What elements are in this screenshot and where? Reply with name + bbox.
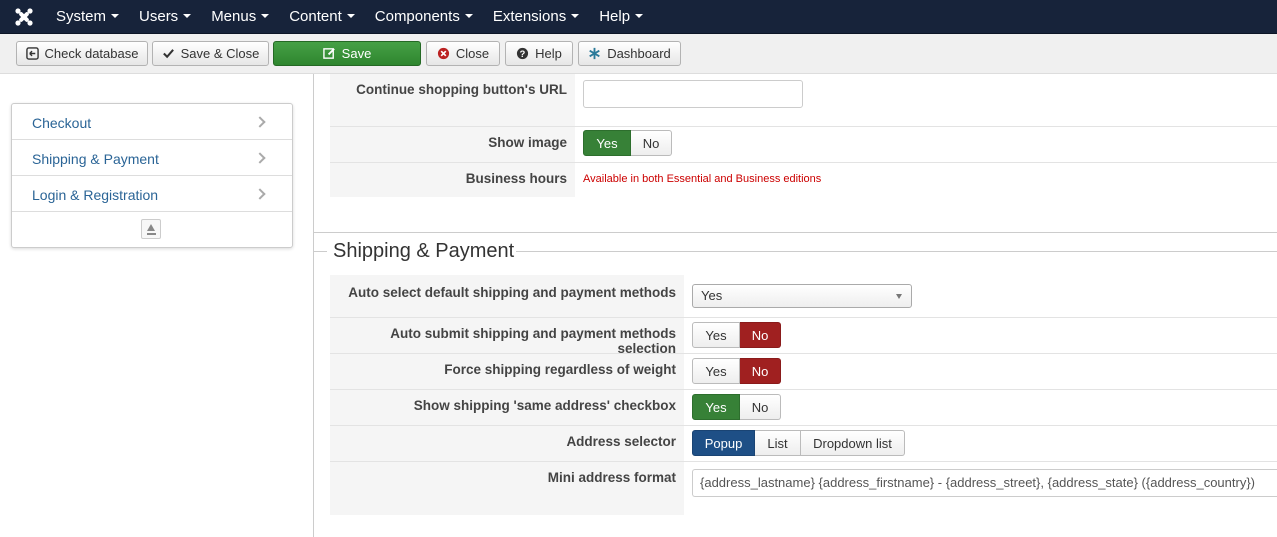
save-button[interactable]: Save [273,41,421,66]
checkmark-icon [162,49,174,59]
menu-help-label: Help [599,8,631,25]
menu-menus-label: Menus [211,8,257,25]
joomla-logo-icon[interactable] [14,7,34,27]
auto-submit-no[interactable]: No [740,322,781,348]
fieldset-bottom-border [313,232,1277,233]
force-shipping-no[interactable]: No [740,358,781,384]
caret-down-icon [346,14,355,19]
chevron-right-icon [254,116,266,128]
same-address-label: Show shipping 'same address' checkbox [330,390,684,425]
dashboard-label: Dashboard [607,46,671,61]
eject-bar [147,233,156,235]
menu-components[interactable]: Components [375,0,473,34]
sidebar-item-label: Shipping & Payment [32,151,159,167]
caret-down-icon [571,14,580,19]
caret-down-icon [111,14,120,19]
legend-border-left [313,251,327,252]
same-address-no[interactable]: No [740,394,781,420]
close-label: Close [455,46,490,61]
caret-down-icon [635,14,644,19]
sidebar-item-checkout[interactable]: Checkout [12,104,292,140]
collapse-sidebar-button[interactable] [141,219,161,239]
chevron-right-icon [254,152,266,164]
menu-system-label: System [56,8,107,25]
menu-extensions-label: Extensions [492,8,567,25]
edition-notice: Available in both Essential and Business… [583,173,822,185]
address-selector-dropdown-list[interactable]: Dropdown list [801,430,905,456]
refresh-database-icon [25,47,39,60]
same-address-yes[interactable]: Yes [692,394,740,420]
auto-select-dropdown[interactable]: Yes [692,284,912,308]
menu-menus[interactable]: Menus [211,0,270,34]
business-hours-label: Business hours [330,163,575,197]
menu-content[interactable]: Content [289,0,355,34]
save-close-button[interactable]: Save & Close [152,41,269,66]
auto-submit-toggle: Yes No [692,322,781,348]
same-address-row: Show shipping 'same address' checkbox [330,389,1277,425]
check-database-button[interactable]: Check database [16,41,148,66]
address-selector-list[interactable]: List [755,430,801,456]
save-label: Save [341,46,372,61]
caret-down-icon [183,14,192,19]
address-selector-group: Popup List Dropdown list [692,430,905,456]
help-label: Help [535,46,562,61]
force-shipping-toggle: Yes No [692,358,781,384]
sidebar-item-label: Checkout [32,115,92,131]
top-navbar: System Users Menus Content Components Ex… [0,0,1277,34]
chevron-right-icon [254,188,266,200]
show-image-toggle: Yes No [583,130,672,156]
address-selector-popup[interactable]: Popup [692,430,755,456]
legend-border-right [516,251,1277,252]
menu-users-label: Users [139,8,179,25]
show-image-label: Show image [330,127,575,162]
same-address-toggle: Yes No [692,394,781,420]
section-nav-sidebar: Checkout Shipping & Payment Login & Regi… [11,103,293,248]
edit-icon [322,48,335,59]
menu-extensions[interactable]: Extensions [492,0,580,34]
help-button[interactable]: ? Help [505,41,573,66]
mini-address-input[interactable]: {address_lastname} {address_firstname} -… [692,469,1277,497]
auto-submit-row: Auto submit shipping and payment methods… [330,317,1277,356]
force-shipping-row: Force shipping regardless of weight [330,353,1277,389]
sidebar-item-label: Login & Registration [32,187,159,203]
menu-users[interactable]: Users [139,0,192,34]
svg-text:?: ? [520,49,526,59]
sidebar-item-shipping-payment[interactable]: Shipping & Payment [12,140,292,176]
auto-submit-label: Auto submit shipping and payment methods… [330,318,684,356]
close-button[interactable]: Close [426,41,500,66]
close-circle-icon [437,47,449,60]
asterisk-icon [589,47,600,60]
continue-url-input[interactable] [583,80,803,108]
auto-select-label: Auto select default shipping and payment… [330,275,684,317]
mini-address-label: Mini address format [330,462,684,515]
content-divider [313,74,314,537]
dropdown-arrow-icon [896,294,902,299]
auto-select-value: Yes [701,288,723,303]
menu-help[interactable]: Help [599,0,644,34]
save-close-label: Save & Close [180,46,260,61]
main-menu: System Users Menus Content Components Ex… [56,0,663,34]
address-selector-label: Address selector [330,426,684,461]
auto-submit-yes[interactable]: Yes [692,322,740,348]
caret-down-icon [464,14,473,19]
shipping-payment-legend: Shipping & Payment [333,240,515,262]
dashboard-button[interactable]: Dashboard [578,41,681,66]
toolbar: Check database Save & Close Save Close ?… [0,34,1277,74]
menu-components-label: Components [374,8,460,25]
menu-content-label: Content [289,8,342,25]
show-image-no[interactable]: No [631,130,672,156]
show-image-yes[interactable]: Yes [583,130,631,156]
question-circle-icon: ? [517,47,529,60]
eject-icon [147,224,155,231]
caret-down-icon [261,14,270,19]
continue-url-label: Continue shopping button's URL [330,74,575,126]
menu-system[interactable]: System [56,0,120,34]
continue-url-row: Continue shopping button's URL [330,74,1277,126]
sidebar-item-login-registration[interactable]: Login & Registration [12,176,292,212]
force-shipping-label: Force shipping regardless of weight [330,354,684,389]
show-image-row: Show image [330,126,1277,162]
check-database-label: Check database [44,46,139,61]
force-shipping-yes[interactable]: Yes [692,358,740,384]
